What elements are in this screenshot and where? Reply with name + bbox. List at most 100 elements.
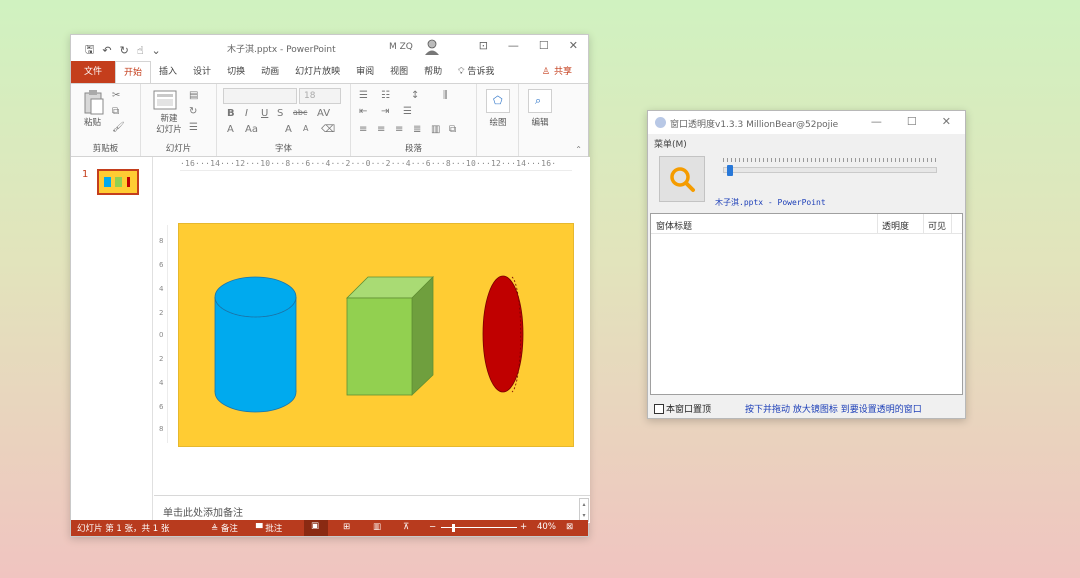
slide-thumbnail[interactable] — [97, 169, 139, 195]
notes-pane[interactable]: 单击此处添加备注 ▴ ▾ — [154, 495, 590, 523]
align-right-icon[interactable]: ≡ — [395, 124, 403, 135]
checkbox-box[interactable] — [654, 403, 664, 414]
font-group: 18 B I U S abc AV A Aa A A ⌫ 字体 — [217, 84, 351, 156]
font-size-select[interactable]: 18 — [299, 88, 341, 104]
copy-icon[interactable]: ⧉ — [112, 106, 119, 117]
section-icon[interactable]: ☰ — [189, 122, 198, 133]
format-painter-icon[interactable]: 🖌︎ — [112, 122, 125, 133]
italic-icon[interactable]: I — [245, 108, 248, 119]
change-case-icon[interactable]: Aa — [245, 124, 258, 135]
magnifier-button[interactable] — [659, 156, 705, 202]
column-window-title[interactable]: 窗体标题 — [656, 219, 692, 232]
transparency-slider[interactable] — [719, 157, 941, 177]
shapes-icon[interactable]: ⬠ — [486, 89, 510, 113]
tab-help[interactable]: 帮助 — [416, 61, 450, 83]
font-color-icon[interactable]: A — [227, 124, 234, 135]
tab-design[interactable]: 设计 — [185, 61, 219, 83]
drawing-group: ⬠ 绘图 — [477, 84, 519, 156]
window-controls: ⊡ — ☐ ✕ — [479, 39, 578, 52]
shadow-icon[interactable]: S — [277, 108, 283, 119]
notes-scrollbar[interactable]: ▴ ▾ — [579, 498, 589, 522]
powerpoint-window: 🖫 ↶ ↻ ☝ ⌄ 木子淇.pptx - PowerPoint M ZQ ⊡ —… — [70, 34, 590, 537]
editing-button-label[interactable]: 编辑 — [519, 116, 561, 128]
save-icon[interactable]: 🖫 — [85, 41, 94, 60]
tool-close-button[interactable]: ✕ — [942, 115, 951, 128]
menu-item[interactable]: 菜单(M) — [654, 137, 687, 150]
touch-mode-icon[interactable]: ☝ — [137, 44, 144, 57]
column-visible[interactable]: 可见 — [928, 219, 946, 232]
tab-animations[interactable]: 动画 — [253, 61, 287, 83]
tool-minimize-button[interactable]: — — [871, 115, 882, 128]
fit-slide-icon[interactable]: ⊠ — [566, 522, 573, 532]
minimize-button[interactable]: — — [508, 39, 519, 52]
layout-icon[interactable]: ▤ — [189, 90, 198, 101]
user-name[interactable]: M ZQ — [389, 42, 413, 52]
comments-button[interactable]: ▀ 批注 — [256, 522, 282, 534]
increase-indent-icon[interactable]: ⇥ — [381, 106, 389, 117]
notes-button[interactable]: ≜ 备注 — [211, 522, 238, 534]
new-slide-icon[interactable] — [153, 90, 177, 110]
numbering-icon[interactable]: ☷ — [381, 90, 390, 101]
share-button[interactable]: 共享 — [554, 61, 572, 83]
text-direction-icon[interactable]: ☰ — [403, 106, 412, 117]
collapse-ribbon-icon[interactable]: ⌃ — [575, 145, 582, 154]
strikethrough-icon[interactable]: abc — [293, 108, 307, 117]
close-button[interactable]: ✕ — [569, 39, 578, 52]
zoom-level[interactable]: 40% — [537, 522, 556, 532]
topmost-checkbox[interactable]: 本窗口置顶 — [654, 402, 711, 415]
zoom-in-button[interactable]: + — [520, 522, 527, 532]
slide-sorter-icon[interactable]: ⊞ — [343, 522, 350, 532]
paste-icon[interactable] — [83, 89, 105, 115]
tab-file[interactable]: 文件 — [71, 61, 116, 83]
line-spacing-icon[interactable]: ↕ — [411, 90, 419, 101]
avatar[interactable] — [423, 38, 441, 56]
font-name-select[interactable] — [223, 88, 297, 104]
tab-insert[interactable]: 插入 — [151, 61, 185, 83]
zoom-out-button[interactable]: − — [429, 522, 436, 532]
bold-icon[interactable]: B — [227, 108, 235, 119]
shrink-font-icon[interactable]: A — [303, 124, 308, 133]
clear-format-icon[interactable]: ⌫ — [321, 124, 335, 135]
reset-icon[interactable]: ↻ — [189, 106, 197, 117]
spacing-icon[interactable]: AV — [317, 108, 330, 119]
find-icon[interactable]: ⌕ — [528, 89, 552, 113]
grow-font-icon[interactable]: A — [285, 124, 292, 135]
column-opacity[interactable]: 透明度 — [882, 219, 909, 232]
cube-shape[interactable] — [346, 276, 434, 396]
tab-home[interactable]: 开始 — [115, 61, 152, 83]
align-center-icon[interactable]: ≡ — [377, 124, 385, 135]
slideshow-icon[interactable]: ⊼ — [403, 522, 409, 532]
reading-view-icon[interactable]: ▥ — [373, 522, 381, 532]
slide[interactable] — [179, 224, 573, 446]
new-slide-label[interactable]: 新建 幻灯片 — [149, 114, 189, 136]
slider-thumb[interactable] — [727, 165, 734, 176]
tab-view[interactable]: 视图 — [382, 61, 416, 83]
justify-icon[interactable]: ≣ — [413, 124, 421, 135]
normal-view-button[interactable]: ▣ — [304, 520, 328, 536]
smartart-icon[interactable]: ⧉ — [449, 124, 456, 135]
usage-hint: 按下并拖动 放大镜图标 到要设置透明的窗口 — [745, 405, 922, 415]
tab-slideshow[interactable]: 幻灯片放映 — [287, 61, 348, 83]
tab-review[interactable]: 审阅 — [348, 61, 382, 83]
tell-me[interactable]: 💡︎ 告诉我 — [450, 61, 502, 83]
disc-shape[interactable] — [482, 275, 524, 393]
paste-button-label[interactable]: 粘贴 — [84, 116, 101, 128]
maximize-button[interactable]: ☐ — [539, 39, 549, 52]
ribbon-display-options-icon[interactable]: ⊡ — [479, 39, 488, 52]
redo-icon[interactable]: ↻ — [120, 44, 129, 57]
drawing-button-label[interactable]: 绘图 — [477, 116, 519, 128]
zoom-slider-thumb[interactable] — [452, 524, 455, 532]
tool-maximize-button[interactable]: ☐ — [907, 115, 917, 128]
customize-qat-icon[interactable]: ⌄ — [152, 44, 161, 57]
bullets-icon[interactable]: ☰ — [359, 90, 368, 101]
undo-icon[interactable]: ↶ — [102, 44, 111, 57]
window-list[interactable]: 窗体标题 透明度 可见 — [650, 213, 963, 395]
cut-icon[interactable]: ✂ — [112, 90, 120, 101]
tab-transitions[interactable]: 切换 — [219, 61, 253, 83]
decrease-indent-icon[interactable]: ⇤ — [359, 106, 367, 117]
underline-icon[interactable]: U — [261, 108, 268, 119]
distribute-icon[interactable]: ▥ — [431, 124, 440, 135]
align-left-icon[interactable]: ≡ — [359, 124, 367, 135]
columns-icon[interactable]: ⫼ — [443, 90, 448, 101]
cylinder-shape[interactable] — [214, 276, 297, 413]
